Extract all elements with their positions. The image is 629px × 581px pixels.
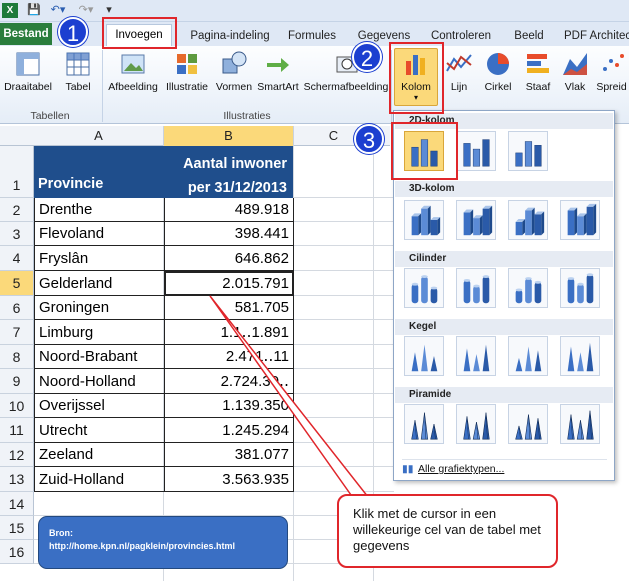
- step-badge-2: 2: [352, 42, 382, 72]
- highlight-2d-kolom: [391, 122, 458, 180]
- instruction-callout: Klik met de cursor in een willekeurige c…: [337, 494, 558, 568]
- highlight-kolom: [389, 42, 444, 114]
- step-badge-3: 3: [354, 124, 384, 154]
- highlight-invoegen: [102, 17, 177, 49]
- step-badge-1: 1: [58, 17, 88, 47]
